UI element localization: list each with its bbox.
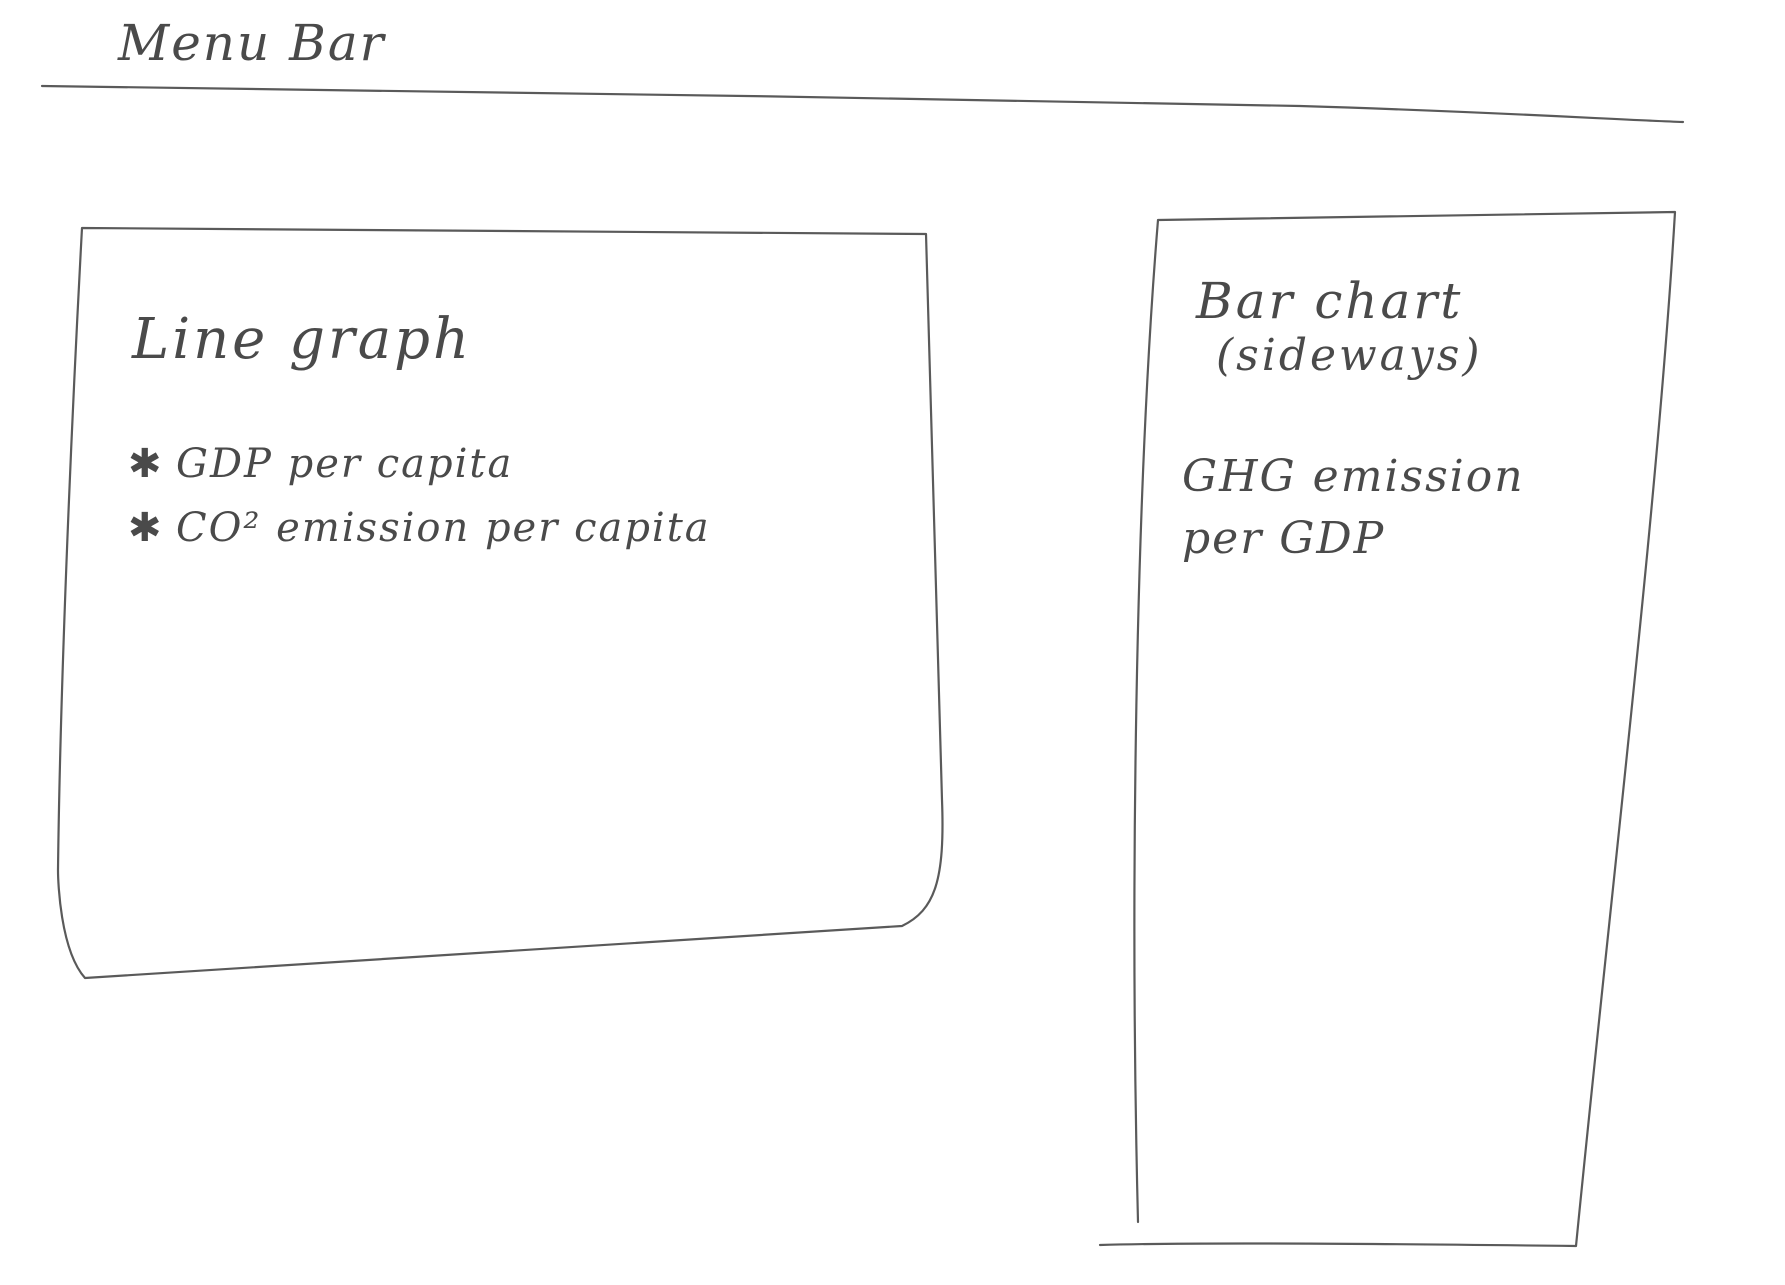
list-item: ✱ CO² emission per capita bbox=[128, 496, 711, 560]
list-item: ✱ GDP per capita bbox=[128, 432, 711, 496]
wireframe-sketch bbox=[40, 84, 1685, 1248]
menu-bar-divider bbox=[40, 84, 1685, 124]
metric-label: GDP per capita bbox=[176, 441, 514, 487]
menu-bar-label: Menu Bar bbox=[118, 14, 386, 72]
metric-label: CO² emission per capita bbox=[176, 505, 711, 551]
bar-chart-subtitle: (sideways) bbox=[1216, 330, 1483, 381]
asterisk-icon: ✱ bbox=[128, 505, 164, 551]
bar-chart-title: Bar chart bbox=[1196, 272, 1464, 330]
line-graph-metric-list: ✱ GDP per capita ✱ CO² emission per capita bbox=[128, 432, 711, 560]
bar-chart-metric: GHG emission per GDP bbox=[1182, 451, 1525, 564]
asterisk-icon: ✱ bbox=[128, 441, 164, 487]
line-graph-title: Line graph bbox=[132, 307, 473, 372]
